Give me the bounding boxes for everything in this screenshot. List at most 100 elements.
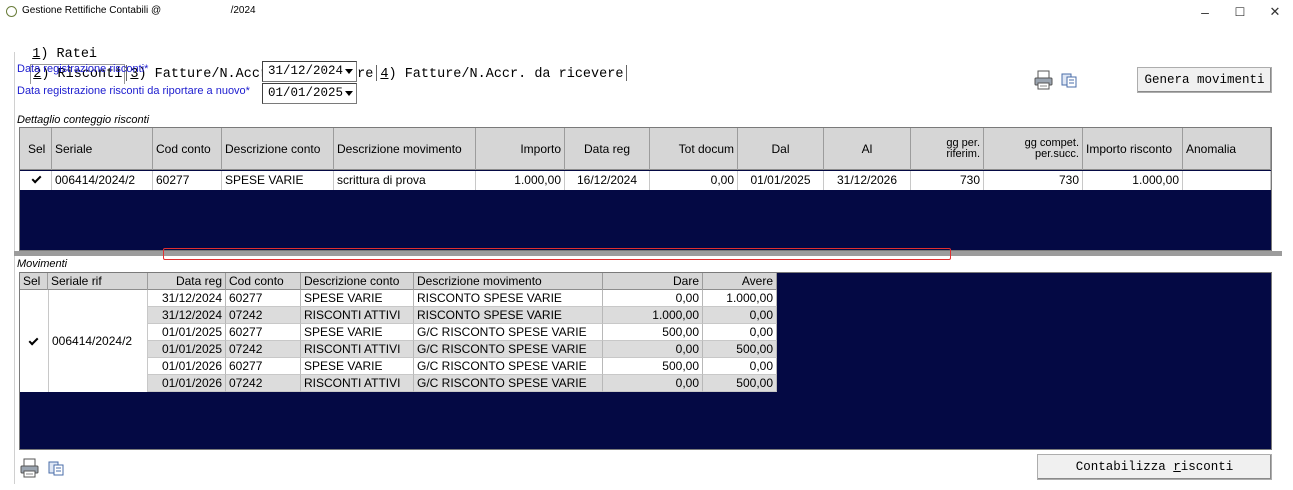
col-al[interactable]: Al [824,128,911,170]
checkmark-icon[interactable] [28,336,39,347]
cell-gg-compet: 730 [984,171,1083,190]
cell-data-reg: 16/12/2024 [565,171,650,190]
detail-grid-header: Sel Seriale Cod conto Descrizione conto … [20,128,1271,170]
cell-dare: 1.000,00 [603,307,703,324]
chevron-down-icon [345,69,353,74]
col-seriale-rif[interactable]: Seriale rif [48,273,148,290]
cell-avere: 0,00 [703,358,777,375]
col-dare[interactable]: Dare [603,273,703,290]
cell-cod-conto: 60277 [226,324,301,341]
print-preview-icon [48,461,64,476]
table-row[interactable]: 01/01/2026 07242 RISCONTI ATTIVI G/C RIS… [148,375,777,392]
cell-seriale: 006414/2024/2 [52,171,153,190]
cell-cod-conto: 07242 [226,307,301,324]
preview-button-bottom[interactable] [44,456,66,478]
col-data-reg[interactable]: Data reg [565,128,650,170]
table-row[interactable]: 31/12/2024 07242 RISCONTI ATTIVI RISCONT… [148,307,777,324]
cell-data-reg: 01/01/2025 [148,341,226,358]
cell-cod-conto: 60277 [226,358,301,375]
reg-date-combo[interactable]: 31/12/2024 [262,61,357,82]
col-anomalia[interactable]: Anomalia [1183,128,1271,170]
cell-gg-riferim: 730 [911,171,984,190]
row-checkbox[interactable] [20,171,52,190]
table-row[interactable]: 006414/2024/2 60277 SPESE VARIE scrittur… [20,171,1271,190]
cell-desc-conto: RISCONTI ATTIVI [301,341,414,358]
table-row[interactable]: 31/12/2024 60277 SPESE VARIE RISCONTO SP… [148,290,777,307]
cell-al: 31/12/2026 [824,171,911,190]
window-title: Gestione Rettifiche Contabili @ /2024 [22,5,256,16]
detail-section-label: Dettaglio conteggio risconti [17,114,150,126]
reg-date-label: Data registrazione risconti* [17,63,149,75]
highlight-box [163,248,951,260]
cell-importo-risconto: 1.000,00 [1083,171,1183,190]
cell-seriale-rif: 006414/2024/2 [52,334,133,348]
col-gg-riferim[interactable]: gg per. riferim. [911,128,984,170]
col-desc-conto[interactable]: Descrizione conto [301,273,414,290]
col-importo[interactable]: Importo [476,128,565,170]
cell-desc-conto: RISCONTI ATTIVI [301,307,414,324]
col-cod-conto[interactable]: Cod conto [226,273,301,290]
cell-avere: 0,00 [703,324,777,341]
cell-cod-conto: 60277 [226,290,301,307]
close-button[interactable]: ✕ [1257,0,1293,24]
cell-desc-mov: RISCONTO SPESE VARIE [414,307,603,324]
cell-dare: 0,00 [603,290,703,307]
checkmark-icon [31,174,42,185]
cell-desc-mov: G/C RISCONTO SPESE VARIE [414,324,603,341]
col-cod-conto[interactable]: Cod conto [153,128,222,170]
maximize-button[interactable]: ☐ [1222,0,1258,24]
movements-grid: Sel Seriale rif Data reg Cod conto Descr… [19,272,1272,450]
app-icon [6,6,17,17]
col-importo-risconto[interactable]: Importo risconto [1083,128,1183,170]
cell-desc-mov: G/C RISCONTO SPESE VARIE [414,358,603,375]
col-sel[interactable]: Sel [20,128,52,170]
cell-data-reg: 01/01/2025 [148,324,226,341]
col-tot-docum[interactable]: Tot docum [650,128,738,170]
cell-data-reg: 01/01/2026 [148,358,226,375]
col-desc-mov[interactable]: Descrizione movimento [414,273,603,290]
print-button[interactable] [1032,68,1054,90]
col-avere[interactable]: Avere [703,273,777,290]
col-desc-conto[interactable]: Descrizione conto [222,128,334,170]
reg-date-value: 31/12/2024 [268,64,344,78]
movement-group[interactable]: 006414/2024/2 [20,290,148,392]
genera-movimenti-button[interactable]: Genera movimenti [1137,67,1272,93]
minimize-button[interactable]: – [1187,0,1223,24]
printer-icon [1034,70,1053,90]
cell-data-reg: 31/12/2024 [148,307,226,324]
col-desc-mov[interactable]: Descrizione movimento [334,128,476,170]
cell-dare: 0,00 [603,375,703,392]
table-row[interactable]: 01/01/2026 60277 SPESE VARIE G/C RISCONT… [148,358,777,375]
col-dal[interactable]: Dal [738,128,824,170]
new-date-combo[interactable]: 01/01/2025 [262,83,357,104]
cell-dare: 0,00 [603,341,703,358]
movements-grid-header: Sel Seriale rif Data reg Cod conto Descr… [20,273,777,290]
cell-desc-conto: SPESE VARIE [301,358,414,375]
cell-avere: 500,00 [703,375,777,392]
detail-grid: Sel Seriale Cod conto Descrizione conto … [19,127,1272,251]
preview-button[interactable] [1057,68,1079,90]
cell-anomalia [1183,171,1271,190]
cell-desc-conto: SPESE VARIE [222,171,334,190]
col-seriale[interactable]: Seriale [52,128,153,170]
col-sel[interactable]: Sel [20,273,48,290]
printer-icon [20,458,39,478]
cell-tot-docum: 0,00 [650,171,738,190]
col-gg-compet[interactable]: gg compet. per.succ. [984,128,1083,170]
cell-desc-conto: SPESE VARIE [301,324,414,341]
print-button-bottom[interactable] [18,456,40,478]
col-data-reg[interactable]: Data reg [148,273,226,290]
cell-data-reg: 01/01/2026 [148,375,226,392]
contabilizza-risconti-button[interactable]: Contabilizza risconti [1037,454,1272,480]
cell-cod-conto: 07242 [226,341,301,358]
cell-desc-conto: RISCONTI ATTIVI [301,375,414,392]
cell-cod-conto: 60277 [153,171,222,190]
chevron-down-icon [345,91,353,96]
cell-desc-mov: scrittura di prova [334,171,476,190]
cell-data-reg: 31/12/2024 [148,290,226,307]
print-preview-icon [1061,73,1077,88]
table-row[interactable]: 01/01/2025 07242 RISCONTI ATTIVI G/C RIS… [148,341,777,358]
new-date-label: Data registrazione risconti da riportare… [17,85,250,97]
title-bar: Gestione Rettifiche Contabili @ /2024 – … [0,0,1293,24]
table-row[interactable]: 01/01/2025 60277 SPESE VARIE G/C RISCONT… [148,324,777,341]
